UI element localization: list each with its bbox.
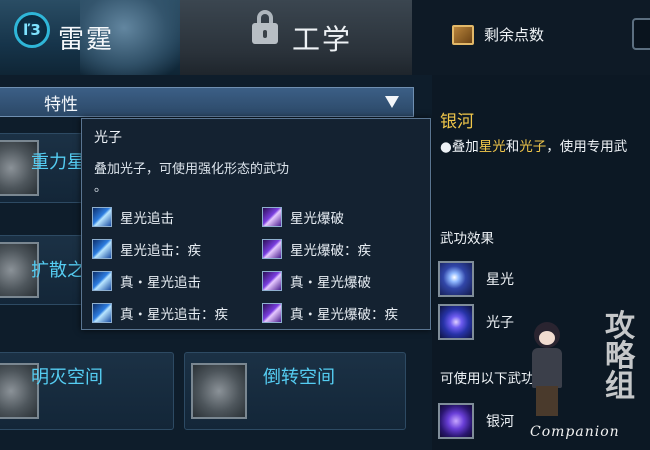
skill-thumbnail [191,363,247,419]
tooltip-skill-label: 星光爆破 [290,211,344,227]
effect-item[interactable]: 光子 [438,304,514,340]
feature-dropdown[interactable]: 特性 [0,87,414,117]
tab-gongxue-label: 工学 [292,22,353,56]
starlight-chase-icon [92,239,112,259]
skill-name: 扩散之 [31,260,85,281]
remaining-points: 剩余点数 [452,24,544,45]
detail-description: ●叠加星光和光子，使用专用武 [440,135,627,155]
skill-name: 重力星 [31,152,85,173]
section-effects-label: 武功效果 [440,231,494,247]
desc-highlight: 光子 [519,139,547,155]
effect-label: 星光 [486,272,514,288]
tooltip-skill-item: 星光爆破 [262,206,344,228]
usable-item[interactable]: 银河 [438,403,514,439]
lightning-emblem-icon: ľ3 [14,12,50,48]
tooltip-skill-label: 星光追击：疾 [120,243,201,259]
tooltip-skill-label: 星光追击 [120,211,174,227]
tooltip-skill-label: 真・星光爆破 [290,275,371,291]
tooltip: 光子 叠加光子，可使用强化形态的武功 。 星光追击 星光追击：疾 真・星光追击 … [81,118,431,330]
tooltip-skill-item: 星光爆破：疾 [262,238,371,260]
tab-gongxue[interactable]: 工学 [180,0,412,75]
tooltip-skill-item: 星光追击：疾 [92,238,201,260]
triangle-down-icon [385,96,399,108]
tooltip-skill-item: 真・星光追击：疾 [92,302,228,324]
tab-leiting[interactable]: ľ3 雷霆 [0,0,180,75]
points-value-box [632,18,650,50]
lock-icon [252,10,278,44]
skill-row[interactable]: 明灭空间 [0,352,174,430]
skill-window: ľ3 雷霆 工学 剩余点数 特性 重力星 扩散之 明灭空间 倒转空间 光子 叠加… [0,0,650,450]
skill-name: 倒转空间 [263,367,335,388]
starlight-chase-icon [92,303,112,323]
desc-text: ，使用专用武 [546,139,628,155]
tooltip-skill-item: 真・星光爆破：疾 [262,302,398,324]
effect-item[interactable]: 星光 [438,261,514,297]
tooltip-skill-item: 真・星光追击 [92,270,201,292]
tooltip-skill-label: 真・星光追击 [120,275,201,291]
remaining-points-label: 剩余点数 [484,26,545,44]
desc-text: 和 [505,139,520,155]
desc-text: ●叠加 [440,139,479,155]
skill-name: 明灭空间 [31,367,103,388]
book-icon [452,24,474,45]
skill-row[interactable]: 倒转空间 [184,352,406,430]
tooltip-skill-item: 星光追击 [92,206,174,228]
watermark-calligraphy-text: 攻略组 [605,309,635,404]
tooltip-title: 光子 [94,130,122,146]
photon-icon [438,304,474,340]
tooltip-description: 叠加光子，可使用强化形态的武功 。 [94,162,290,195]
chibi-character-image [522,322,572,422]
detail-title: 银河 [440,112,474,132]
top-info-bar: 剩余点数 [412,0,650,75]
tooltip-skill-label: 真・星光追击：疾 [120,307,228,323]
starlight-burst-icon [262,271,282,291]
starlight-burst-icon [262,239,282,259]
watermark-text: Companion [530,424,620,440]
starlight-chase-icon [92,271,112,291]
tooltip-skill-label: 星光爆破：疾 [290,243,371,259]
desc-highlight: 星光 [478,139,506,155]
tooltip-skill-item: 真・星光爆破 [262,270,371,292]
emblem-glyph: ľ3 [23,21,41,39]
feature-dropdown-label: 特性 [44,94,78,115]
watermark: 攻略组 Companion [510,312,650,450]
watermark-calligraphy: 攻略组 [588,312,650,402]
galaxy-icon [438,403,474,439]
tab-leiting-label: 雷霆 [58,25,115,55]
star-icon [438,261,474,297]
starlight-burst-icon [262,207,282,227]
starlight-chase-icon [92,207,112,227]
starlight-burst-icon [262,303,282,323]
tooltip-skill-label: 真・星光爆破：疾 [290,307,398,323]
